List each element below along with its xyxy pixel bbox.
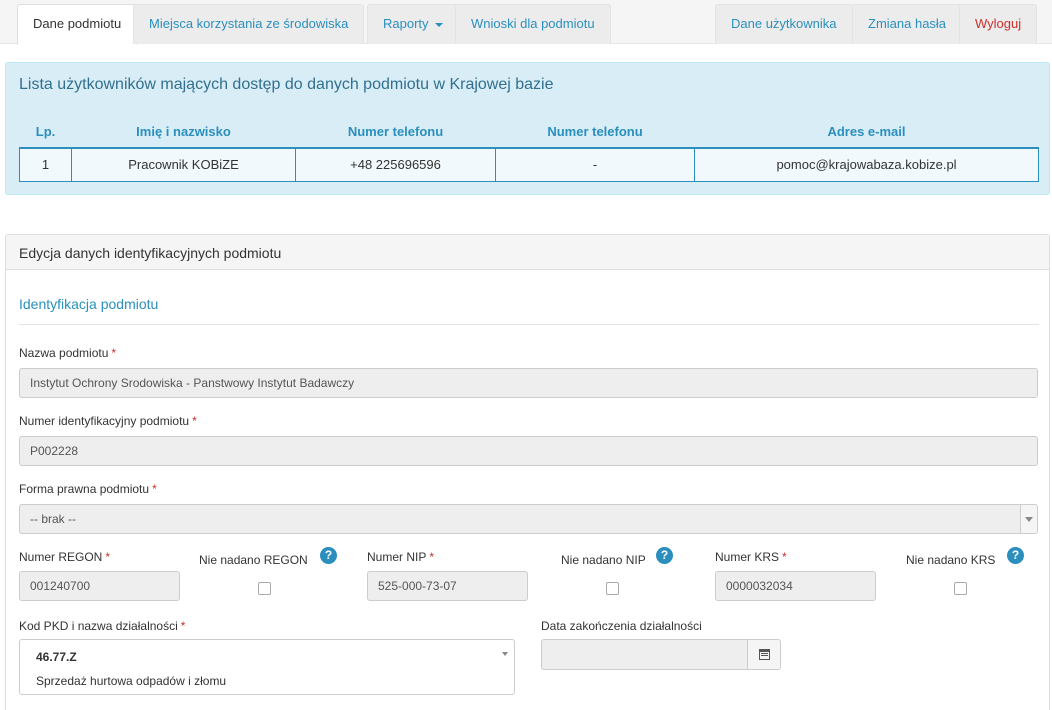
edit-identification-panel: Edycja danych identyfikacyjnych podmiotu…: [5, 234, 1050, 710]
user-data-link[interactable]: Dane użytkownika: [715, 4, 853, 44]
cell-lp: 1: [19, 148, 72, 182]
cell-phone-2: -: [495, 148, 695, 182]
end-date-label: Data zakończenia działalności: [541, 619, 702, 633]
cell-name: Pracownik KOBiZE: [71, 148, 296, 182]
section-title: Identyfikacja podmiotu: [19, 296, 159, 312]
required-mark: *: [180, 619, 186, 633]
column-header-email: Adres e-mail: [694, 115, 1039, 149]
no-regon-checkbox[interactable]: [258, 582, 271, 595]
column-header-phone: Numer telefonu: [295, 115, 496, 149]
required-mark: *: [111, 346, 117, 360]
required-mark: *: [192, 414, 197, 428]
legal-form-label: Forma prawna podmiotu *: [19, 482, 157, 496]
chevron-down-icon: [502, 652, 508, 656]
top-navigation: Dane podmiotu Miejsca korzystania ze śro…: [0, 0, 1052, 45]
required-mark: *: [105, 550, 111, 564]
table-row: 1 Pracownik KOBiZE +48 225696596 - pomoc…: [19, 148, 1039, 182]
users-table: Lp. Imię i nazwisko Numer telefonu Numer…: [19, 115, 1039, 182]
change-password-link[interactable]: Zmiana hasła: [852, 4, 963, 44]
pkd-name: Sprzedaż hurtowa odpadów i złomu: [36, 674, 227, 688]
pkd-select[interactable]: 46.77.Z Sprzedaż hurtowa odpadów i złomu: [19, 639, 515, 695]
no-regon-label: Nie nadano REGON: [199, 553, 308, 567]
krs-label: Numer KRS *: [715, 550, 787, 564]
required-mark: *: [782, 550, 787, 564]
entity-id-field[interactable]: P002228: [19, 436, 1038, 466]
chevron-down-icon: [434, 22, 443, 27]
no-krs-checkbox[interactable]: [954, 582, 967, 595]
legal-form-select[interactable]: -- brak --: [19, 504, 1038, 534]
required-mark: *: [152, 482, 157, 496]
required-mark: *: [429, 550, 435, 564]
tab-miejsca-korzystania[interactable]: Miejsca korzystania ze środowiska: [133, 4, 365, 44]
pkd-code: 46.77.Z: [36, 650, 77, 664]
table-header-row: Lp. Imię i nazwisko Numer telefonu Numer…: [19, 115, 1039, 149]
users-panel-title: Lista użytkowników mających dostęp do da…: [19, 76, 554, 93]
help-icon[interactable]: ?: [320, 547, 337, 564]
cell-email: pomoc@krajowabaza.kobize.pl: [694, 148, 1039, 182]
end-date-input[interactable]: [541, 639, 747, 670]
no-nip-label: Nie nadano NIP: [561, 553, 646, 567]
section-divider: [19, 324, 1039, 325]
regon-label: Numer REGON *: [19, 550, 111, 564]
edit-panel-header: Edycja danych identyfikacyjnych podmiotu: [6, 235, 1049, 270]
column-header-phone-2: Numer telefonu: [495, 115, 695, 149]
users-access-panel: Lista użytkowników mających dostęp do da…: [5, 62, 1050, 195]
nip-label: Numer NIP *: [367, 550, 435, 564]
tab-raporty[interactable]: Raporty: [367, 4, 459, 44]
no-krs-label: Nie nadano KRS: [906, 553, 996, 567]
help-icon[interactable]: ?: [656, 547, 673, 564]
pkd-label: Kod PKD i nazwa działalności *: [19, 619, 186, 633]
id-label: Numer identyfikacyjny podmiotu *: [19, 414, 197, 428]
tab-wnioski[interactable]: Wnioski dla podmiotu: [455, 4, 611, 44]
name-label: Nazwa podmiotu *: [19, 346, 117, 360]
calendar-button[interactable]: [747, 639, 781, 670]
cell-phone: +48 225696596: [295, 148, 496, 182]
no-nip-checkbox[interactable]: [606, 582, 619, 595]
calendar-icon: [759, 649, 770, 660]
nip-field[interactable]: 525-000-73-07: [367, 571, 528, 601]
column-header-lp: Lp.: [19, 115, 72, 149]
chevron-down-icon[interactable]: [1020, 505, 1037, 533]
entity-name-field[interactable]: Instytut Ochrony Srodowiska - Panstwowy …: [19, 368, 1038, 398]
edit-panel-title: Edycja danych identyfikacyjnych podmiotu: [19, 245, 282, 261]
help-icon[interactable]: ?: [1007, 547, 1024, 564]
tab-dane-podmiotu[interactable]: Dane podmiotu: [17, 4, 138, 45]
regon-field[interactable]: 001240700: [19, 571, 180, 601]
column-header-name: Imię i nazwisko: [71, 115, 296, 149]
krs-field[interactable]: 0000032034: [715, 571, 876, 601]
logout-link[interactable]: Wyloguj: [959, 4, 1038, 44]
